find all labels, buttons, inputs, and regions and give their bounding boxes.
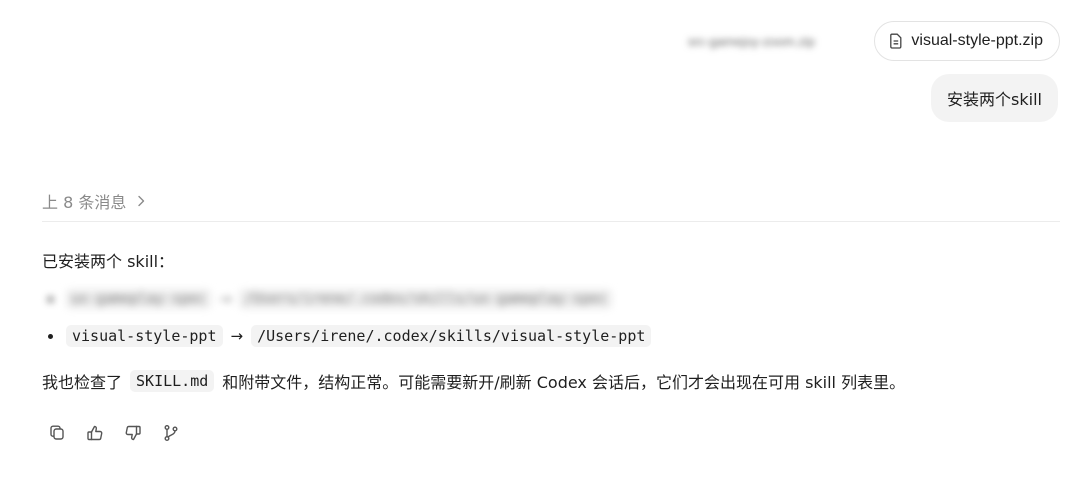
earlier-messages-label: 上 8 条消息 xyxy=(42,193,127,212)
summary-text-after: 和附带文件，结构正常。可能需要新开/刷新 Codex 会话后，它们才会出现在可用… xyxy=(222,373,906,392)
summary-text-before: 我也检查了 xyxy=(42,373,123,392)
message-actions xyxy=(46,420,182,446)
assistant-heading: 已安装两个 skill： xyxy=(42,252,175,271)
attachments-row: src-gamejoy-zoom.zip visual-style-ppt.zi… xyxy=(646,20,1060,62)
user-message-bubble: 安装两个skill xyxy=(931,74,1058,122)
user-message-text: 安装两个skill xyxy=(947,90,1042,109)
summary-paragraph: 我也检查了 SKILL.md 和附带文件，结构正常。可能需要新开/刷新 Code… xyxy=(42,366,1062,396)
copy-icon xyxy=(50,425,64,440)
list-item: visual-style-ppt → /Users/irene/.codex/s… xyxy=(42,322,1062,350)
chevron-right-icon xyxy=(136,194,146,208)
arrow: → xyxy=(218,290,232,308)
earlier-messages-toggle[interactable]: 上 8 条消息 xyxy=(42,188,146,214)
skill-path-code: /Users/irene/.codex/skills/visual-style-… xyxy=(251,325,652,347)
thumbs-up-button[interactable] xyxy=(84,422,106,444)
blurred-skill-path: /Users/irene/.codex/skills/ux-gameplay-s… xyxy=(239,289,612,309)
branch-button[interactable] xyxy=(160,422,182,444)
copy-button[interactable] xyxy=(46,422,68,444)
thumbs-down-icon xyxy=(125,425,141,441)
file-attachment[interactable]: visual-style-ppt.zip xyxy=(874,21,1060,61)
thumbs-up-icon xyxy=(87,425,103,441)
bullet xyxy=(42,297,66,302)
blurred-attachment-label: src-gamejoy-zoom.zip xyxy=(687,33,815,49)
arrow: → xyxy=(230,327,244,345)
branch-icon xyxy=(164,425,178,441)
file-attachment-name: visual-style-ppt.zip xyxy=(911,32,1043,49)
summary-code: SKILL.md xyxy=(130,370,215,392)
skill-name-code: visual-style-ppt xyxy=(66,325,223,347)
bullet xyxy=(42,334,66,339)
divider xyxy=(42,221,1060,222)
blurred-attachment[interactable]: src-gamejoy-zoom.zip xyxy=(646,20,856,62)
blurred-list-item: ux-gameplay-spec → /Users/irene/.codex/s… xyxy=(42,286,1062,312)
thumbs-down-button[interactable] xyxy=(122,422,144,444)
blurred-skill-name: ux-gameplay-spec xyxy=(66,289,211,309)
document-icon xyxy=(889,33,903,49)
assistant-message: 已安装两个 skill： ux-gameplay-spec → /Users/i… xyxy=(42,246,1062,396)
